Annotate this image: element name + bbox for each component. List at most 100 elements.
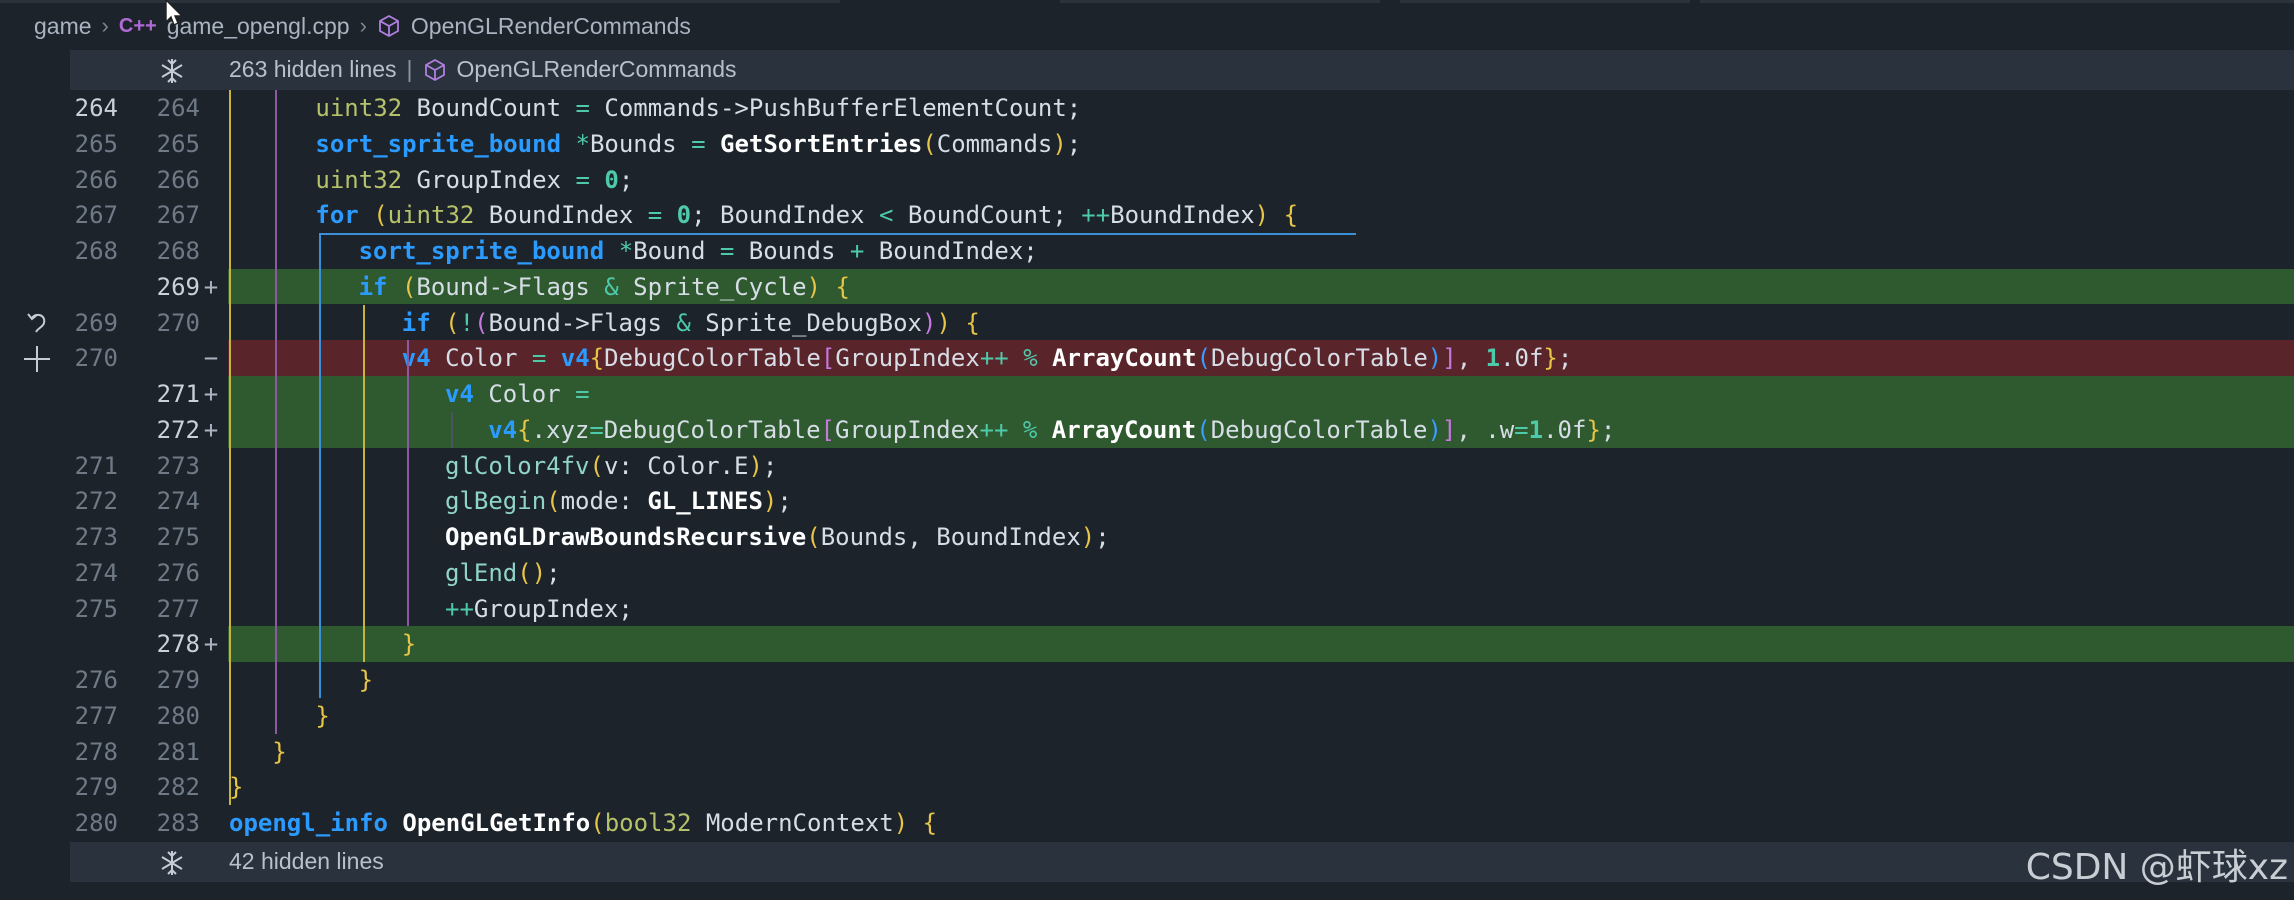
hidden-lines-count: 42 hidden lines <box>229 848 384 874</box>
original-line-number: 271 <box>74 451 118 480</box>
modified-line-number: 283 <box>156 809 200 838</box>
code-text[interactable]: } <box>229 773 243 801</box>
modified-line-number: 274 <box>156 487 200 516</box>
modified-line-number: 282 <box>156 773 200 802</box>
code-text[interactable]: OpenGLDrawBoundsRecursive(Bounds, BoundI… <box>445 523 1110 551</box>
modified-line-number: 269 <box>156 272 200 301</box>
code-line[interactable]: 276 279} <box>0 662 2294 698</box>
original-line-number: 280 <box>74 809 118 838</box>
modified-line-number: 279 <box>156 666 200 695</box>
code-text[interactable]: uint32 GroupIndex = 0; <box>315 166 633 194</box>
code-text[interactable]: if (Bound->Flags & Sprite_Cycle) { <box>359 273 850 301</box>
code-text[interactable]: v4{.xyz=DebugColorTable[GroupIndex++ % A… <box>488 416 1615 444</box>
code-text[interactable]: uint32 BoundCount = Commands->PushBuffer… <box>315 94 1081 122</box>
code-text[interactable]: opengl_info OpenGLGetInfo(bool32 ModernC… <box>229 809 937 837</box>
code-line[interactable]: 277 280} <box>0 698 2294 734</box>
diff-line-added[interactable]: 272 + v4{.xyz=DebugColorTable[GroupIndex++… <box>0 411 2294 448</box>
modified-line-number: 266 <box>156 165 200 194</box>
folded-region-top[interactable]: 263 hidden lines | OpenGLRenderCommands <box>70 50 2294 90</box>
original-line-number: 275 <box>74 594 118 623</box>
code-line[interactable]: 266 266 uint32 GroupIndex = 0; <box>0 162 2294 198</box>
code-text[interactable]: glColor4fv(v: Color.E); <box>445 452 777 480</box>
breadcrumb-file[interactable]: game_opengl.cpp <box>167 13 350 40</box>
unfold-icon[interactable] <box>158 57 186 85</box>
code-line[interactable]: 269 270 if (!(Bound->Flags & Sprite_DebugB… <box>0 305 2294 341</box>
symbol-method-icon <box>424 58 445 81</box>
modified-line-number: 265 <box>156 129 200 158</box>
fold-label: 263 hidden lines | OpenGLRenderCommands <box>229 56 737 83</box>
tab-edge <box>1400 0 1690 3</box>
code-text[interactable]: ++GroupIndex; <box>445 595 633 623</box>
modified-line-number: 281 <box>156 737 200 766</box>
tab-strip-edge <box>0 0 2294 5</box>
code-line[interactable]: 271 273 glColor4fv(v: Color.E); <box>0 448 2294 484</box>
code-line[interactable]: 267 267 for (uint32 BoundIndex = 0; BoundI… <box>0 197 2294 233</box>
code-line[interactable]: 265 265 sort_sprite_bound *Bounds = GetSor… <box>0 126 2294 162</box>
breadcrumb-folder[interactable]: game <box>34 13 92 40</box>
modified-line-number: 271 <box>156 380 200 409</box>
original-line-number: 269 <box>74 308 118 337</box>
breadcrumb-bar: game › C++ game_opengl.cpp › OpenGLRende… <box>0 0 2294 52</box>
modified-line-number: 275 <box>156 523 200 552</box>
code-text[interactable]: } <box>272 738 286 766</box>
original-line-number: 264 <box>74 94 118 122</box>
breadcrumb: game › C++ game_opengl.cpp › OpenGLRende… <box>34 11 691 41</box>
diff-line-removed[interactable]: 270 − v4 Color = v4{DebugColorTable[GroupI… <box>0 340 2294 376</box>
code-text[interactable]: if (!(Bound->Flags & Sprite_DebugBox)) { <box>402 309 980 337</box>
code-line[interactable]: 274 276 glEnd(); <box>0 555 2294 591</box>
modified-line-number: 268 <box>156 237 200 266</box>
modified-line-number: 273 <box>156 451 200 480</box>
code-text[interactable]: } <box>402 630 416 658</box>
indent-guide <box>229 90 231 806</box>
breadcrumb-symbol[interactable]: OpenGLRenderCommands <box>411 13 691 40</box>
code-text[interactable]: sort_sprite_bound *Bounds = GetSortEntri… <box>315 130 1081 158</box>
diff-line-added[interactable]: 278 +} <box>0 626 2294 663</box>
fold-symbol: OpenGLRenderCommands <box>456 56 737 82</box>
hidden-lines-count: 263 hidden lines <box>229 56 397 82</box>
removed-marker: − <box>203 344 219 373</box>
line-highlight <box>228 734 2294 770</box>
code-text[interactable]: v4 Color = v4{DebugColorTable[GroupIndex… <box>402 344 1573 372</box>
modified-line-number: 278 <box>156 630 200 659</box>
original-line-number: 276 <box>74 666 118 695</box>
indent-guide <box>362 304 365 663</box>
diff-line-added[interactable]: 271 + v4 Color = <box>0 376 2294 412</box>
original-line-number: 268 <box>74 237 118 266</box>
code-text[interactable]: v4 Color = <box>445 380 590 408</box>
tab-edge <box>1060 0 1380 3</box>
chevron-right-icon: › <box>359 13 367 38</box>
added-marker: + <box>203 272 219 301</box>
original-line-number: 265 <box>74 129 118 158</box>
unfold-icon[interactable] <box>158 849 186 877</box>
code-text[interactable]: } <box>315 702 329 730</box>
mouse-pointer-icon <box>165 0 184 26</box>
code-line[interactable]: 275 277 ++GroupIndex; <box>0 591 2294 627</box>
fold-label: 42 hidden lines <box>229 848 384 875</box>
code-text[interactable]: for (uint32 BoundIndex = 0; BoundIndex <… <box>315 201 1298 229</box>
modified-line-number: 264 <box>156 94 200 122</box>
code-line[interactable]: 264 264 uint32 BoundCount = Commands->Push… <box>0 90 2294 126</box>
original-line-number: 278 <box>74 737 118 766</box>
code-line[interactable]: 279 282} <box>0 769 2294 805</box>
original-line-number: 273 <box>74 523 118 552</box>
line-highlight <box>228 662 2294 698</box>
modified-line-number: 280 <box>156 701 200 730</box>
code-line[interactable]: 278 281} <box>0 734 2294 770</box>
indent-guide <box>406 340 409 627</box>
indent-guide <box>275 90 278 734</box>
diff-line-added[interactable]: 269 + if (Bound->Flags & Sprite_Cycle) { <box>0 268 2294 305</box>
folded-region-bottom[interactable]: 42 hidden lines <box>70 842 2294 882</box>
diff-editor[interactable]: 264 264 uint32 BoundCount = Commands->Push… <box>0 90 2294 842</box>
original-line-number: 266 <box>74 165 118 194</box>
code-text[interactable]: glEnd(); <box>445 559 561 587</box>
original-line-number: 279 <box>74 773 118 802</box>
code-line[interactable]: 273 275 OpenGLDrawBoundsRecursive(Bounds, … <box>0 519 2294 555</box>
code-line[interactable]: 280 283 opengl_info OpenGLGetInfo(bool32 M… <box>0 805 2294 841</box>
original-line-number: 267 <box>74 201 118 230</box>
code-text[interactable]: } <box>359 666 373 694</box>
code-text[interactable]: sort_sprite_bound *Bound = Bounds + Boun… <box>359 237 1038 265</box>
code-line[interactable]: 272 274 glBegin(mode: GL_LINES); <box>0 483 2294 519</box>
code-line[interactable]: 268 268 sort_sprite_bound *Bound = Bounds … <box>0 233 2294 269</box>
tab-edge <box>0 0 840 3</box>
code-text[interactable]: glBegin(mode: GL_LINES); <box>445 487 792 515</box>
